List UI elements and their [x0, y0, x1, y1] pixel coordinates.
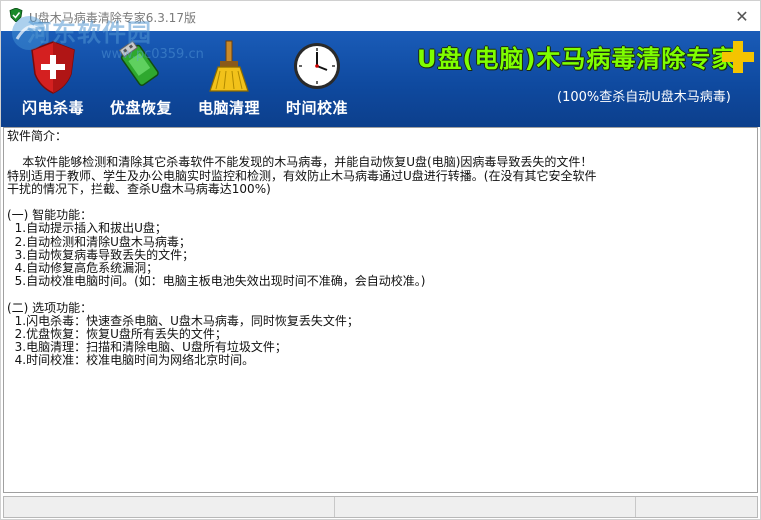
status-pane: [4, 497, 335, 517]
watermark-url: www.pc0359.cn: [101, 47, 204, 62]
description-line: 本软件能够检测和清除其它杀毒软件不能发现的木马病毒，并能自动恢复U盘(电脑)因病…: [7, 155, 593, 170]
toolbar-button-time-sync[interactable]: 时间校准: [275, 31, 359, 127]
description-line: 5.自动校准电脑时间。(如：电脑主板电池失效出现时间不准确，会自动校准。): [7, 274, 426, 289]
toolbar-button-pc-cleanup[interactable]: 电脑清理: [187, 31, 271, 127]
description-line: 2.优盘恢复：恢复U盘所有丢失的文件；: [7, 327, 227, 342]
close-button[interactable]: ✕: [728, 4, 756, 28]
description-text: 软件简介： 本软件能够检测和清除其它杀毒软件不能发现的木马病毒，并能自动恢复U盘…: [4, 128, 757, 370]
brand-title: U盘(电脑)木马病毒清除专家: [417, 45, 737, 73]
description-line: 干扰的情况下，拦截、查杀U盘木马病毒达100%): [7, 181, 271, 196]
description-line: 特别适用于教师、学生及办公电脑实时监控和检测，有效防止木马病毒通过U盘进行转播。…: [7, 168, 597, 183]
plus-icon: [722, 41, 754, 73]
app-window: U盘木马病毒清除专家6.3.17版 ✕ 河东软件园 www.pc0359.cn …: [0, 0, 761, 520]
toolbar-label: 闪电杀毒: [21, 99, 84, 117]
description-line: 软件简介：: [7, 129, 68, 143]
close-icon: ✕: [735, 6, 749, 26]
watermark-text: 河东软件园: [27, 19, 152, 47]
description-line: 1.闪电杀毒：快速查杀电脑、U盘木马病毒，同时恢复丢失文件；: [7, 313, 359, 328]
brand-subtitle: (100%查杀自动U盘木马病毒): [557, 90, 731, 105]
toolbar-label: 时间校准: [285, 99, 348, 117]
description-line: 4.时间校准：校准电脑时间为网络北京时间。: [7, 353, 255, 368]
clock-icon: [294, 43, 340, 89]
description-line: 1.自动提示插入和拔出U盘；: [7, 221, 167, 236]
status-bar: [3, 496, 758, 518]
description-line: (二) 选项功能：: [7, 300, 93, 315]
broom-icon: [209, 40, 249, 92]
description-text-area[interactable]: 软件简介： 本软件能够检测和清除其它杀毒软件不能发现的木马病毒，并能自动恢复U盘…: [3, 127, 758, 493]
toolbar-label: 电脑清理: [197, 99, 260, 117]
status-pane: [335, 497, 636, 517]
description-line: 2.自动检测和清除U盘木马病毒；: [7, 234, 191, 249]
description-line: 3.自动恢复病毒导致丢失的文件；: [7, 247, 195, 262]
description-line: 4.自动修复高危系统漏洞；: [7, 261, 159, 276]
toolbar-label: 优盘恢复: [109, 99, 172, 117]
